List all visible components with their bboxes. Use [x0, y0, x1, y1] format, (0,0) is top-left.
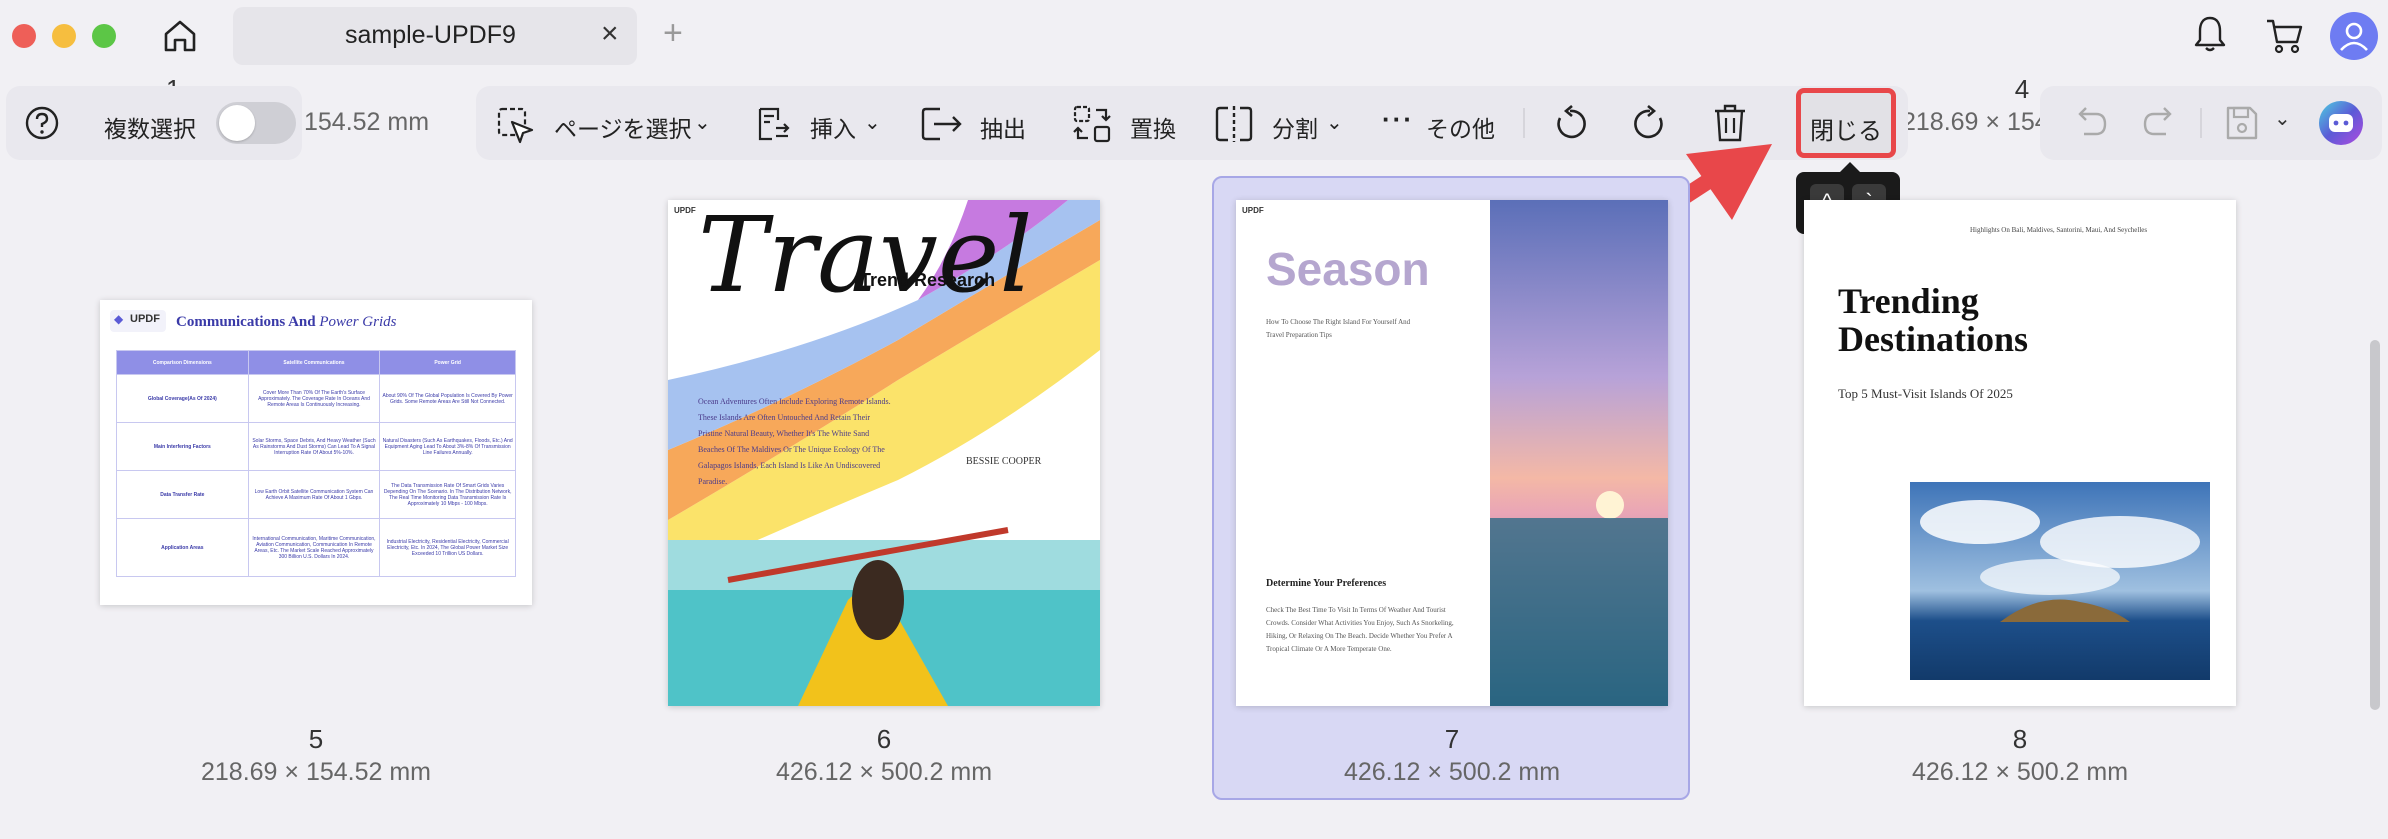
undo-icon[interactable] — [2072, 106, 2108, 140]
home-icon[interactable] — [161, 17, 199, 55]
chevron-down-icon[interactable]: ⌄ — [2274, 106, 2291, 131]
bell-icon[interactable] — [2192, 14, 2228, 54]
insert-icon — [758, 107, 790, 141]
left-toolbar: 複数選択 — [6, 86, 302, 160]
page-thumbnail-5[interactable]: ◆ UPDF Communications And Power Grids Co… — [100, 300, 532, 605]
page-thumbnail-8[interactable]: Highlights On Bali, Maldives, Santorini,… — [1804, 200, 2236, 706]
help-icon[interactable] — [24, 105, 60, 141]
cart-icon[interactable] — [2264, 17, 2304, 55]
extract-icon — [921, 107, 962, 141]
select-page-label: ページを選択 — [554, 116, 692, 142]
tab-close-icon[interactable]: × — [601, 17, 619, 51]
minimize-window-button[interactable] — [52, 24, 76, 48]
zoom-window-button[interactable] — [92, 24, 116, 48]
page5-title: Communications And Power Grids — [176, 314, 397, 330]
insert-button[interactable]: 挿入 ⌄ — [754, 96, 884, 150]
close-window-button[interactable] — [12, 24, 36, 48]
new-tab-icon[interactable]: + — [663, 14, 683, 53]
sunset-photo — [1490, 200, 1668, 706]
save-icon[interactable] — [2224, 104, 2260, 142]
season-section-title: Determine Your Preferences — [1266, 578, 1387, 589]
page-number-8: 8 — [2012, 724, 2028, 754]
insert-label: 挿入 — [810, 116, 856, 142]
page-number-6: 6 — [876, 724, 892, 754]
vertical-scrollbar[interactable] — [2370, 340, 2380, 710]
replace-button[interactable]: 置換 — [1072, 96, 1182, 150]
replace-icon — [1073, 105, 1111, 143]
more-button[interactable]: ··· その他 — [1382, 96, 1502, 150]
more-label: その他 — [1426, 116, 1495, 142]
page-size-1: 154.52 mm — [304, 108, 430, 136]
travel-title: Travel — [698, 200, 1033, 316]
replace-label: 置換 — [1130, 116, 1176, 142]
tab-title: sample-UPDF9 — [345, 21, 516, 49]
page-size-6: 426.12 × 500.2 mm — [775, 758, 993, 786]
multi-select-toggle[interactable] — [216, 102, 296, 144]
chevron-down-icon: ⌄ — [1326, 112, 1343, 134]
close-label: 閉じる — [1810, 118, 1882, 145]
select-cursor-icon — [497, 107, 534, 144]
page-size-5: 218.69 × 154.52 mm — [200, 758, 432, 786]
destinations-subtitle: Top 5 Must-Visit Islands Of 2025 — [1838, 386, 2013, 401]
chevron-down-icon: ⌄ — [694, 112, 711, 134]
page-number-5: 5 — [308, 724, 324, 754]
extract-button[interactable]: 抽出 — [920, 96, 1030, 150]
page-size-7: 426.12 × 500.2 mm — [1343, 758, 1561, 786]
travel-author: BESSIE COOPER — [966, 456, 1042, 467]
page-size-4: 218.69 × 154 — [1902, 108, 2049, 136]
season-section-body: Check The Best Time To Visit In Terms Of… — [1266, 606, 1454, 653]
page-thumbnail-6[interactable]: UPDF Travel Trend Research Ocean Adventu… — [668, 200, 1100, 706]
more-dots-icon: ··· — [1382, 104, 1414, 134]
page-size-8: 426.12 × 500.2 mm — [1911, 758, 2129, 786]
destinations-header: Highlights On Bali, Maldives, Santorini,… — [1970, 226, 2148, 234]
document-tab[interactable]: sample-UPDF9 × — [233, 7, 637, 65]
redo-icon[interactable] — [2142, 106, 2178, 140]
ai-assistant-icon[interactable] — [2318, 100, 2364, 146]
page-number-7: 7 — [1444, 724, 1460, 754]
multi-select-label: 複数選択 — [104, 116, 196, 142]
extract-label: 抽出 — [980, 116, 1026, 142]
page-thumbnail-7[interactable]: UPDF Season How To Choose The Right Isla… — [1236, 200, 1668, 706]
page5-table: Comparison Dimensions Satellite Communic… — [116, 350, 516, 577]
right-toolbar: ⌄ — [2040, 86, 2382, 160]
split-icon — [1215, 106, 1253, 142]
user-avatar-icon[interactable] — [2330, 12, 2378, 60]
split-label: 分割 — [1272, 116, 1318, 142]
title-bar: sample-UPDF9 × + — [0, 0, 2388, 74]
split-button[interactable]: 分割 ⌄ — [1214, 96, 1344, 150]
updf-logo: UPDF — [674, 206, 696, 215]
updf-logo: ◆ UPDF — [110, 310, 166, 332]
destinations-title: Trending Destinations — [1838, 281, 2029, 359]
toolbar-divider — [2200, 108, 2202, 138]
close-button[interactable]: 閉じる — [1796, 88, 1896, 158]
select-page-button[interactable]: ページを選択 ⌄ — [496, 96, 716, 150]
updf-logo: UPDF — [1242, 206, 1264, 215]
toggle-knob — [219, 105, 255, 141]
travel-body: Ocean Adventures Often Include Exploring… — [698, 397, 891, 486]
season-intro: How To Choose The Right Island For Yours… — [1266, 318, 1411, 339]
season-title: Season — [1266, 243, 1430, 295]
island-photo — [1910, 482, 2210, 680]
chevron-down-icon: ⌄ — [864, 112, 881, 134]
travel-subtitle: Trend Research — [860, 270, 996, 290]
